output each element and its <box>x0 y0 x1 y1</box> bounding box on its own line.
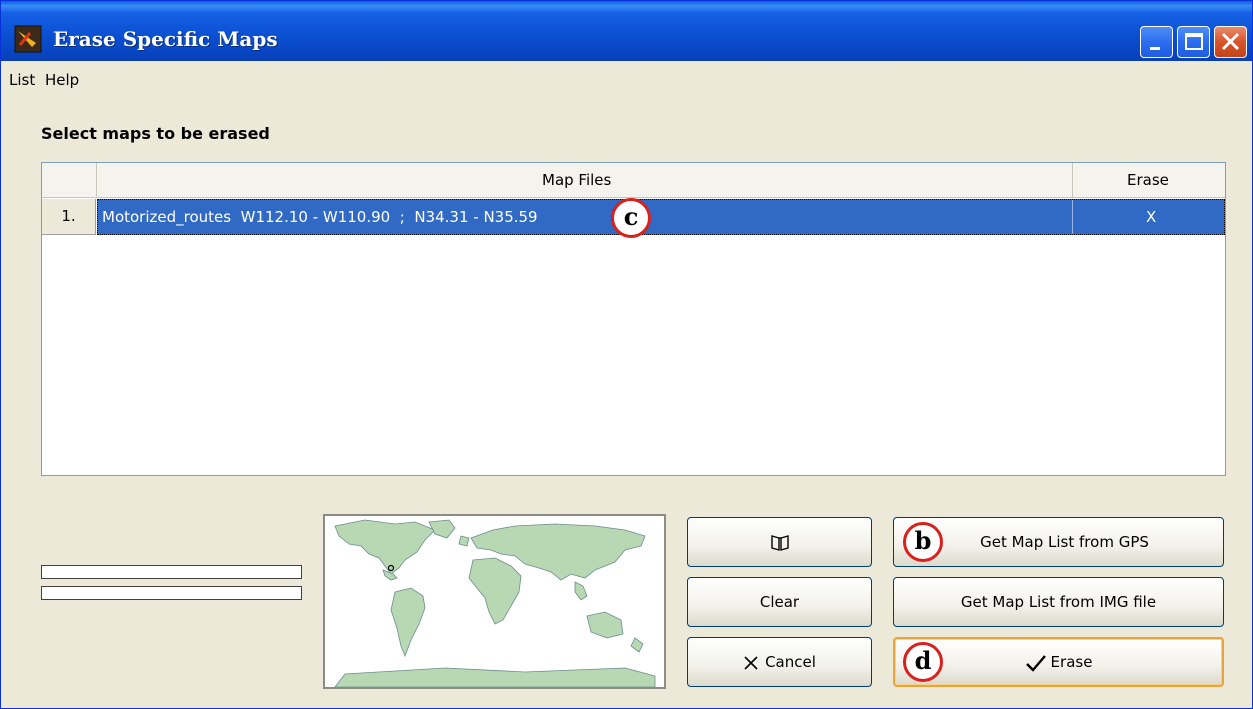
world-map-image <box>325 516 664 688</box>
column-divider <box>96 163 97 198</box>
column-divider <box>1072 163 1073 198</box>
book-icon <box>770 534 789 551</box>
erase-label: Erase <box>1050 653 1093 671</box>
close-icon <box>1221 32 1240 51</box>
world-map-preview <box>323 514 666 689</box>
cancel-button[interactable]: Cancel <box>687 637 872 687</box>
get-map-list-gps-label: Get Map List from GPS <box>980 533 1149 551</box>
column-header-map-files[interactable]: Map Files <box>542 171 611 189</box>
row-selection[interactable]: Motorized_routes W112.10 - W110.90 ; N34… <box>97 199 1225 235</box>
erase-cell[interactable]: X <box>1146 200 1156 234</box>
cancel-label: Cancel <box>765 653 816 671</box>
checkmark-icon <box>1025 654 1046 672</box>
get-map-list-img-button[interactable]: Get Map List from IMG file <box>893 577 1224 627</box>
section-label: Select maps to be erased <box>41 124 270 143</box>
progress-bar-2 <box>41 586 302 600</box>
callout-c: c <box>611 198 651 238</box>
close-button[interactable] <box>1214 26 1247 58</box>
menu-list[interactable]: List <box>9 71 35 89</box>
callout-d: d <box>903 642 943 682</box>
minimize-button[interactable] <box>1140 26 1173 58</box>
map-file-cell[interactable]: Motorized_routes W112.10 - W110.90 ; N34… <box>102 200 538 234</box>
minimize-icon <box>1150 47 1160 50</box>
maximize-icon <box>1185 33 1203 50</box>
menu-bar <box>1 62 1252 96</box>
row-number[interactable]: 1. <box>42 199 96 235</box>
window-title: Erase Specific Maps <box>53 27 278 51</box>
title-bar[interactable]: Erase Specific Maps <box>1 1 1252 61</box>
clear-button[interactable]: Clear <box>687 577 872 627</box>
table-header: Map Files Erase <box>42 163 1225 198</box>
maximize-button[interactable] <box>1177 26 1210 58</box>
app-icon <box>14 25 42 53</box>
column-header-erase[interactable]: Erase <box>1127 171 1169 189</box>
erase-specific-maps-window: Erase Specific Maps List Help Select map… <box>0 0 1253 709</box>
progress-bar-1 <box>41 565 302 579</box>
cell-divider <box>1072 200 1073 234</box>
callout-b: b <box>903 522 943 562</box>
menu-help[interactable]: Help <box>45 71 79 89</box>
book-button[interactable] <box>687 517 872 567</box>
cancel-icon <box>744 655 758 670</box>
